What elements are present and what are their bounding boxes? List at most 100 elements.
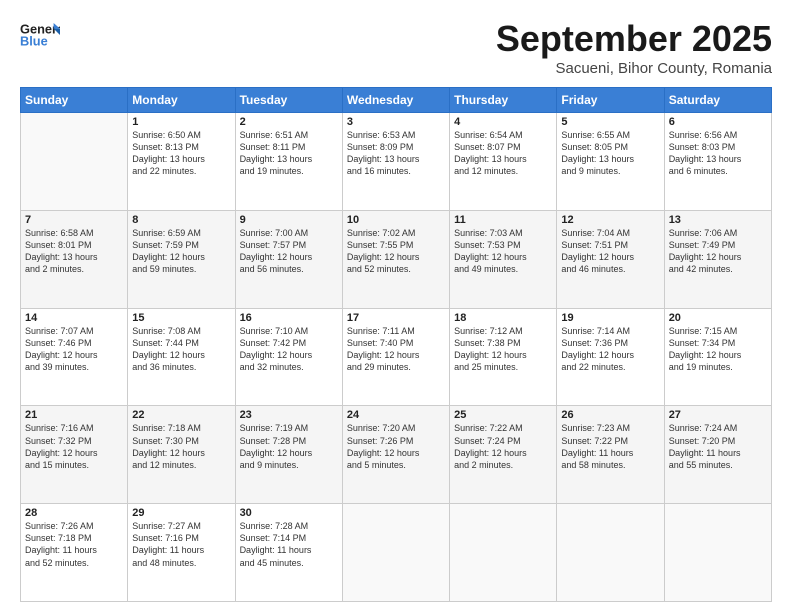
day-number: 25 [454,409,552,421]
day-number: 24 [347,409,445,421]
day-info: Sunrise: 7:03 AMSunset: 7:53 PMDaylight:… [454,227,552,276]
day-info: Sunrise: 7:28 AMSunset: 7:14 PMDaylight:… [240,520,338,569]
logo: General Blue [20,18,60,48]
day-number: 22 [132,409,230,421]
table-row: 27Sunrise: 7:24 AMSunset: 7:20 PMDayligh… [664,406,771,504]
table-row [664,504,771,602]
day-info: Sunrise: 7:15 AMSunset: 7:34 PMDaylight:… [669,325,767,374]
day-number: 18 [454,312,552,324]
day-info: Sunrise: 6:59 AMSunset: 7:59 PMDaylight:… [132,227,230,276]
day-info: Sunrise: 6:50 AMSunset: 8:13 PMDaylight:… [132,129,230,178]
page: General Blue September 2025 Sacueni, Bih… [0,0,792,612]
day-info: Sunrise: 7:06 AMSunset: 7:49 PMDaylight:… [669,227,767,276]
table-row: 8Sunrise: 6:59 AMSunset: 7:59 PMDaylight… [128,210,235,308]
day-info: Sunrise: 7:26 AMSunset: 7:18 PMDaylight:… [25,520,123,569]
calendar-row: 1Sunrise: 6:50 AMSunset: 8:13 PMDaylight… [21,113,772,211]
table-row: 29Sunrise: 7:27 AMSunset: 7:16 PMDayligh… [128,504,235,602]
table-row: 15Sunrise: 7:08 AMSunset: 7:44 PMDayligh… [128,308,235,406]
table-row: 17Sunrise: 7:11 AMSunset: 7:40 PMDayligh… [342,308,449,406]
header: General Blue September 2025 Sacueni, Bih… [20,18,772,77]
day-info: Sunrise: 6:58 AMSunset: 8:01 PMDaylight:… [25,227,123,276]
calendar-table: Sunday Monday Tuesday Wednesday Thursday… [20,87,772,602]
day-info: Sunrise: 7:16 AMSunset: 7:32 PMDaylight:… [25,422,123,471]
table-row: 14Sunrise: 7:07 AMSunset: 7:46 PMDayligh… [21,308,128,406]
day-number: 17 [347,312,445,324]
table-row [21,113,128,211]
day-info: Sunrise: 7:11 AMSunset: 7:40 PMDaylight:… [347,325,445,374]
calendar-row: 28Sunrise: 7:26 AMSunset: 7:18 PMDayligh… [21,504,772,602]
day-number: 27 [669,409,767,421]
day-number: 15 [132,312,230,324]
table-row: 10Sunrise: 7:02 AMSunset: 7:55 PMDayligh… [342,210,449,308]
table-row: 6Sunrise: 6:56 AMSunset: 8:03 PMDaylight… [664,113,771,211]
table-row: 3Sunrise: 6:53 AMSunset: 8:09 PMDaylight… [342,113,449,211]
day-number: 30 [240,507,338,519]
day-info: Sunrise: 7:18 AMSunset: 7:30 PMDaylight:… [132,422,230,471]
table-row: 20Sunrise: 7:15 AMSunset: 7:34 PMDayligh… [664,308,771,406]
table-row: 1Sunrise: 6:50 AMSunset: 8:13 PMDaylight… [128,113,235,211]
day-info: Sunrise: 7:10 AMSunset: 7:42 PMDaylight:… [240,325,338,374]
col-thursday: Thursday [450,88,557,113]
table-row: 22Sunrise: 7:18 AMSunset: 7:30 PMDayligh… [128,406,235,504]
logo-icon: General Blue [20,18,60,48]
col-saturday: Saturday [664,88,771,113]
day-number: 10 [347,214,445,226]
table-row [342,504,449,602]
table-row: 13Sunrise: 7:06 AMSunset: 7:49 PMDayligh… [664,210,771,308]
table-row: 12Sunrise: 7:04 AMSunset: 7:51 PMDayligh… [557,210,664,308]
day-number: 28 [25,507,123,519]
day-info: Sunrise: 6:56 AMSunset: 8:03 PMDaylight:… [669,129,767,178]
day-info: Sunrise: 7:24 AMSunset: 7:20 PMDaylight:… [669,422,767,471]
day-info: Sunrise: 7:27 AMSunset: 7:16 PMDaylight:… [132,520,230,569]
col-tuesday: Tuesday [235,88,342,113]
day-number: 1 [132,116,230,128]
day-number: 19 [561,312,659,324]
table-row: 18Sunrise: 7:12 AMSunset: 7:38 PMDayligh… [450,308,557,406]
day-number: 16 [240,312,338,324]
table-row: 26Sunrise: 7:23 AMSunset: 7:22 PMDayligh… [557,406,664,504]
col-friday: Friday [557,88,664,113]
day-info: Sunrise: 7:22 AMSunset: 7:24 PMDaylight:… [454,422,552,471]
table-row: 11Sunrise: 7:03 AMSunset: 7:53 PMDayligh… [450,210,557,308]
table-row [450,504,557,602]
table-row: 23Sunrise: 7:19 AMSunset: 7:28 PMDayligh… [235,406,342,504]
table-row: 7Sunrise: 6:58 AMSunset: 8:01 PMDaylight… [21,210,128,308]
day-info: Sunrise: 7:12 AMSunset: 7:38 PMDaylight:… [454,325,552,374]
calendar-row: 14Sunrise: 7:07 AMSunset: 7:46 PMDayligh… [21,308,772,406]
table-row: 9Sunrise: 7:00 AMSunset: 7:57 PMDaylight… [235,210,342,308]
day-info: Sunrise: 6:55 AMSunset: 8:05 PMDaylight:… [561,129,659,178]
table-row: 4Sunrise: 6:54 AMSunset: 8:07 PMDaylight… [450,113,557,211]
day-info: Sunrise: 7:07 AMSunset: 7:46 PMDaylight:… [25,325,123,374]
day-info: Sunrise: 6:51 AMSunset: 8:11 PMDaylight:… [240,129,338,178]
month-title: September 2025 [496,18,772,60]
day-number: 14 [25,312,123,324]
day-number: 6 [669,116,767,128]
table-row: 16Sunrise: 7:10 AMSunset: 7:42 PMDayligh… [235,308,342,406]
day-number: 26 [561,409,659,421]
day-info: Sunrise: 6:53 AMSunset: 8:09 PMDaylight:… [347,129,445,178]
table-row: 21Sunrise: 7:16 AMSunset: 7:32 PMDayligh… [21,406,128,504]
table-row: 19Sunrise: 7:14 AMSunset: 7:36 PMDayligh… [557,308,664,406]
day-number: 3 [347,116,445,128]
col-wednesday: Wednesday [342,88,449,113]
table-row: 25Sunrise: 7:22 AMSunset: 7:24 PMDayligh… [450,406,557,504]
day-number: 8 [132,214,230,226]
table-row: 2Sunrise: 6:51 AMSunset: 8:11 PMDaylight… [235,113,342,211]
day-number: 2 [240,116,338,128]
day-info: Sunrise: 7:19 AMSunset: 7:28 PMDaylight:… [240,422,338,471]
calendar-row: 21Sunrise: 7:16 AMSunset: 7:32 PMDayligh… [21,406,772,504]
day-info: Sunrise: 7:04 AMSunset: 7:51 PMDaylight:… [561,227,659,276]
day-number: 9 [240,214,338,226]
day-number: 7 [25,214,123,226]
title-section: September 2025 Sacueni, Bihor County, Ro… [496,18,772,77]
calendar-header-row: Sunday Monday Tuesday Wednesday Thursday… [21,88,772,113]
day-number: 20 [669,312,767,324]
day-info: Sunrise: 7:20 AMSunset: 7:26 PMDaylight:… [347,422,445,471]
day-number: 4 [454,116,552,128]
calendar-row: 7Sunrise: 6:58 AMSunset: 8:01 PMDaylight… [21,210,772,308]
col-sunday: Sunday [21,88,128,113]
table-row [557,504,664,602]
day-number: 5 [561,116,659,128]
day-info: Sunrise: 7:14 AMSunset: 7:36 PMDaylight:… [561,325,659,374]
day-info: Sunrise: 7:08 AMSunset: 7:44 PMDaylight:… [132,325,230,374]
